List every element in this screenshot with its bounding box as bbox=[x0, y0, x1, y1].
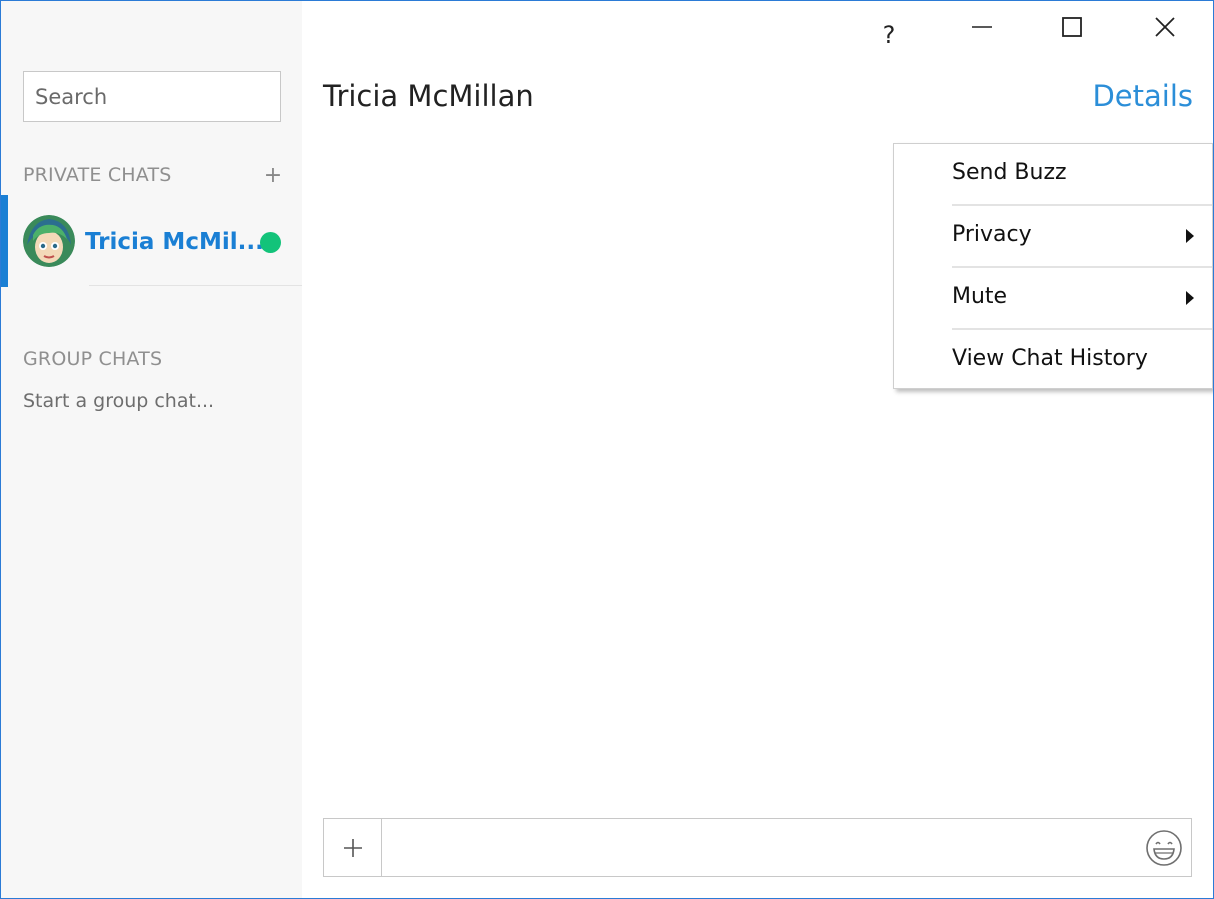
submenu-arrow-icon bbox=[1186, 291, 1194, 305]
submenu-arrow-icon bbox=[1186, 229, 1194, 243]
conversation-title: Tricia McMillan bbox=[323, 79, 534, 113]
plus-icon bbox=[343, 838, 362, 857]
emoji-button[interactable] bbox=[1145, 829, 1183, 867]
chat-name: Tricia McMil... bbox=[85, 229, 264, 255]
close-icon bbox=[1155, 17, 1175, 37]
app-window: PRIVATE CHATS + Tricia McMil... bbox=[0, 0, 1214, 899]
attach-button[interactable] bbox=[324, 819, 382, 876]
divider bbox=[89, 285, 302, 286]
help-button[interactable]: ? bbox=[867, 9, 911, 61]
start-group-chat-link[interactable]: Start a group chat... bbox=[23, 390, 214, 412]
menu-item-label: Send Buzz bbox=[952, 160, 1067, 185]
minimize-icon bbox=[972, 26, 992, 28]
menu-item-label: Mute bbox=[952, 284, 1008, 309]
online-status-icon bbox=[260, 232, 281, 253]
message-input[interactable] bbox=[382, 819, 1132, 876]
menu-item-view-chat-history[interactable]: View Chat History bbox=[952, 330, 1212, 392]
minimize-button[interactable] bbox=[959, 1, 1005, 53]
avatar bbox=[23, 215, 75, 267]
private-chats-header: PRIVATE CHATS bbox=[23, 164, 172, 186]
menu-item-privacy[interactable]: Privacy bbox=[952, 206, 1212, 268]
menu-item-send-buzz[interactable]: Send Buzz bbox=[952, 144, 1212, 206]
maximize-icon bbox=[1062, 17, 1082, 37]
search-input[interactable] bbox=[24, 72, 265, 121]
add-private-chat-button[interactable]: + bbox=[263, 163, 283, 188]
menu-item-label: Privacy bbox=[952, 222, 1032, 247]
selected-indicator bbox=[1, 195, 8, 287]
search-box[interactable] bbox=[23, 71, 281, 122]
chat-list-item-tricia[interactable]: Tricia McMil... bbox=[1, 195, 302, 287]
sidebar: PRIVATE CHATS + Tricia McMil... bbox=[1, 1, 302, 898]
message-composer bbox=[323, 818, 1192, 877]
smiley-icon bbox=[1146, 830, 1182, 866]
details-menu: Send Buzz Privacy Mute View Chat History bbox=[893, 143, 1213, 389]
close-button[interactable] bbox=[1141, 1, 1189, 53]
group-chats-header: GROUP CHATS bbox=[23, 348, 163, 370]
maximize-button[interactable] bbox=[1049, 1, 1095, 53]
details-button[interactable]: Details bbox=[1092, 79, 1193, 113]
menu-item-mute[interactable]: Mute bbox=[952, 268, 1212, 330]
menu-item-label: View Chat History bbox=[952, 346, 1148, 371]
